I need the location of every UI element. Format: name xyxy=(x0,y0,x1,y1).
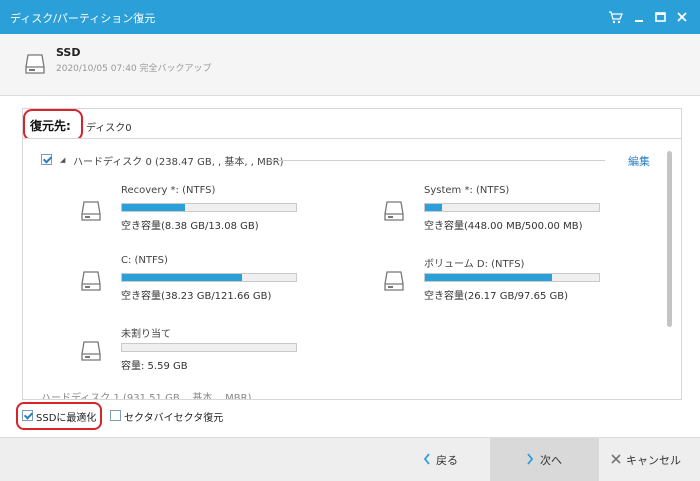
maximize-icon[interactable] xyxy=(651,8,669,26)
usage-bar xyxy=(121,343,297,352)
footer: 戻る 次へ キャンセル xyxy=(0,437,700,481)
options-row: SSDに最適化 セクタバイセクタ復元 xyxy=(0,402,700,430)
optimize-ssd-label: SSDに最適化 xyxy=(36,413,97,424)
destination-value: ディスク0 xyxy=(86,123,132,134)
partition-drive-icon xyxy=(384,199,404,226)
partition-system[interactable]: System *: (NTFS) 空き容量(448.00 MB/500.00 M… xyxy=(384,185,644,245)
disk-panel[interactable]: ◢ ハードディスク 0 (238.47 GB, , 基本, , MBR) 編集 … xyxy=(22,138,682,400)
edit-link[interactable]: 編集 xyxy=(628,153,650,169)
usage-bar xyxy=(424,273,600,282)
disk0-checkbox[interactable] xyxy=(41,154,52,165)
usage-fill xyxy=(122,274,243,281)
partition-drive-icon xyxy=(384,269,404,296)
usage-fill xyxy=(425,274,553,281)
source-header: SSD 2020/10/05 07:40 完全バックアップ xyxy=(0,34,700,96)
back-button[interactable]: 戻る xyxy=(408,438,490,481)
disk0-label: ハードディスク 0 (238.47 GB, , 基本, , MBR) xyxy=(73,157,284,168)
partition-d[interactable]: ボリューム D: (NTFS) 空き容量(26.17 GB/97.65 GB) xyxy=(384,255,644,315)
minimize-icon[interactable] xyxy=(630,8,648,26)
partition-name: C: (NTFS) xyxy=(121,255,168,266)
close-x-icon xyxy=(610,453,622,468)
partition-c[interactable]: C: (NTFS) 空き容量(38.23 GB/121.66 GB) xyxy=(81,255,341,315)
destination-row: 復元先: ディスク0 xyxy=(22,108,682,141)
next-button[interactable]: 次へ xyxy=(490,438,599,481)
chevron-right-icon xyxy=(525,452,535,469)
disk1-label: ハードディスク 1 (931.51 GB, , 基本, , MBR) xyxy=(41,393,252,400)
disk0-row: ◢ ハードディスク 0 (238.47 GB, , 基本, , MBR) 編集 xyxy=(41,153,661,169)
back-label: 戻る xyxy=(436,454,458,467)
partition-drive-icon xyxy=(81,339,101,366)
cart-icon[interactable] xyxy=(606,8,624,26)
collapse-triangle-icon[interactable]: ◢ xyxy=(60,156,65,164)
usage-bar xyxy=(121,203,297,212)
next-label: 次へ xyxy=(540,454,562,467)
partition-name: ボリューム D: (NTFS) xyxy=(424,259,525,270)
usage-fill xyxy=(425,204,443,211)
partition-name: 未割り当て xyxy=(121,329,171,340)
partition-unallocated[interactable]: 未割り当て 容量: 5.59 GB xyxy=(81,325,341,385)
destination-label: 復元先: xyxy=(30,119,71,133)
chevron-left-icon xyxy=(422,452,432,469)
title-bar: ディスク/パーティション復元 xyxy=(0,0,700,34)
window-title: ディスク/パーティション復元 xyxy=(10,12,156,25)
usage-fill xyxy=(122,204,185,211)
cancel-label: キャンセル xyxy=(626,454,681,467)
partition-name: System *: (NTFS) xyxy=(424,185,510,196)
cancel-button[interactable]: キャンセル xyxy=(600,438,700,481)
sector-by-sector-label: セクタバイセクタ復元 xyxy=(124,413,224,424)
partition-capacity: 空き容量(26.17 GB/97.65 GB) xyxy=(424,291,569,302)
partition-capacity: 空き容量(38.23 GB/121.66 GB) xyxy=(121,291,272,302)
divider xyxy=(269,160,605,161)
close-icon[interactable] xyxy=(673,8,691,26)
optimize-ssd-checkbox[interactable] xyxy=(22,410,33,421)
partition-capacity: 空き容量(448.00 MB/500.00 MB) xyxy=(424,221,583,232)
scrollbar-thumb[interactable] xyxy=(667,151,672,327)
source-name: SSD xyxy=(56,46,81,59)
source-subtitle: 2020/10/05 07:40 完全バックアップ xyxy=(56,64,212,74)
partition-drive-icon xyxy=(81,199,101,226)
usage-bar xyxy=(424,203,600,212)
sector-by-sector-checkbox[interactable] xyxy=(110,410,121,421)
partition-capacity: 空き容量(8.38 GB/13.08 GB) xyxy=(121,221,259,232)
usage-bar xyxy=(121,273,297,282)
partition-drive-icon xyxy=(81,269,101,296)
partition-recovery[interactable]: Recovery *: (NTFS) 空き容量(8.38 GB/13.08 GB… xyxy=(81,185,341,245)
drive-icon xyxy=(24,52,46,79)
partition-capacity: 容量: 5.59 GB xyxy=(121,361,188,372)
partition-name: Recovery *: (NTFS) xyxy=(121,185,216,196)
